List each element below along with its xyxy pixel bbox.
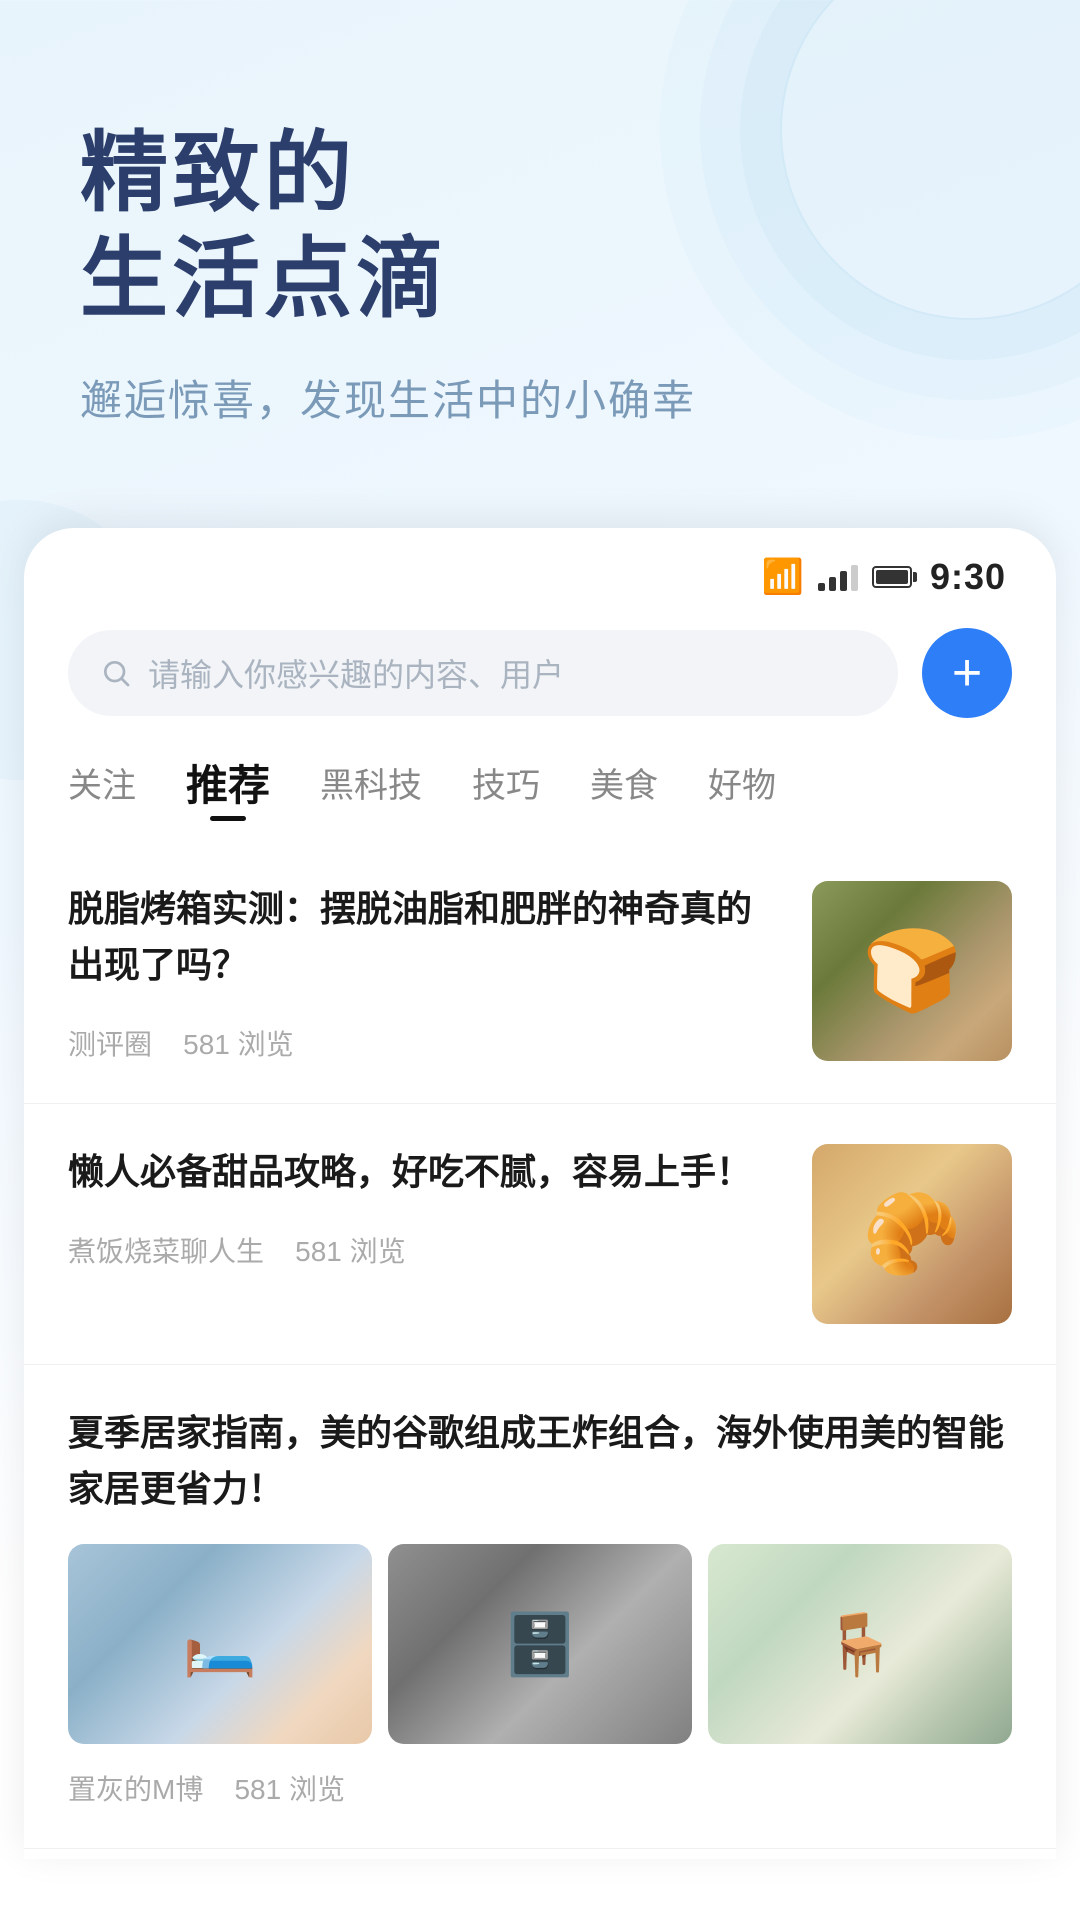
article-title: 脱脂烤箱实测：摆脱油脂和肥胖的神奇真的出现了吗？	[68, 881, 782, 993]
article-thumbnail	[812, 881, 1012, 1061]
article-meta: 置灰的M博 581 浏览	[68, 1768, 1012, 1808]
search-area: 请输入你感兴趣的内容、用户 +	[24, 608, 1056, 728]
signal-icon	[818, 563, 858, 591]
article-list: 脱脂烤箱实测：摆脱油脂和肥胖的神奇真的出现了吗？ 测评圈 581 浏览 懒人必备…	[24, 831, 1056, 1859]
phone-card: 📶 9:30 请输入你感兴趣的内容、用户	[24, 528, 1056, 1859]
pastry-image	[812, 1144, 1012, 1324]
search-bar[interactable]: 请输入你感兴趣的内容、用户	[68, 630, 898, 716]
status-time: 9:30	[930, 556, 1006, 598]
battery-icon	[872, 566, 912, 588]
article-author: 置灰的M博	[68, 1774, 203, 1805]
article-thumbnail	[812, 1144, 1012, 1324]
tab-follow[interactable]: 关注	[68, 758, 136, 815]
hero-title: 精致的 生活点滴	[80, 120, 1000, 331]
article-meta: 测评圈 581 浏览	[68, 1023, 782, 1063]
add-button[interactable]: +	[922, 628, 1012, 718]
article-title: 夏季居家指南，美的谷歌组成王炸组合，海外使用美的智能家居更省力！	[68, 1405, 1012, 1517]
tab-tech[interactable]: 黑科技	[320, 758, 422, 815]
status-icons: 📶	[762, 557, 912, 597]
article-views: 581 浏览	[183, 1029, 294, 1060]
tab-recommend[interactable]: 推荐	[186, 752, 270, 821]
article-item[interactable]: 脱脂烤箱实测：摆脱油脂和肥胖的神奇真的出现了吗？ 测评圈 581 浏览	[24, 841, 1056, 1104]
article-item[interactable]: 懒人必备甜品攻略，好吃不腻，容易上手！ 煮饭烧菜聊人生 581 浏览	[24, 1104, 1056, 1365]
tab-goods[interactable]: 好物	[708, 758, 776, 815]
article-views: 581 浏览	[234, 1774, 345, 1805]
hero-subtitle: 邂逅惊喜，发现生活中的小确幸	[80, 367, 1000, 428]
article-image-grid: 🛏️ 🗄️ 🪑	[68, 1544, 1012, 1744]
tab-tips[interactable]: 技巧	[472, 758, 540, 815]
status-bar: 📶 9:30	[24, 528, 1056, 608]
tab-bar: 关注 推荐 黑科技 技巧 美食 好物	[24, 728, 1056, 831]
article-content: 懒人必备甜品攻略，好吃不腻，容易上手！ 煮饭烧菜聊人生 581 浏览	[68, 1144, 782, 1270]
article-author: 煮饭烧菜聊人生	[68, 1236, 264, 1267]
search-placeholder-text: 请输入你感兴趣的内容、用户	[148, 650, 564, 696]
article-content: 脱脂烤箱实测：摆脱油脂和肥胖的神奇真的出现了吗？ 测评圈 581 浏览	[68, 881, 782, 1063]
article-meta: 煮饭烧菜聊人生 581 浏览	[68, 1230, 782, 1270]
wifi-icon: 📶	[762, 557, 804, 597]
bread-image	[812, 881, 1012, 1061]
article-item[interactable]: 夏季居家指南，美的谷歌组成王炸组合，海外使用美的智能家居更省力！ 🛏️ 🗄️ 🪑…	[24, 1365, 1056, 1850]
article-views: 581 浏览	[295, 1236, 406, 1267]
hero-section: 精致的 生活点滴 邂逅惊喜，发现生活中的小确幸	[0, 0, 1080, 488]
article-author: 测评圈	[68, 1029, 152, 1060]
grid-image-bedroom: 🛏️	[68, 1544, 372, 1744]
grid-image-drawer: 🗄️	[388, 1544, 692, 1744]
search-icon	[100, 657, 132, 689]
article-title: 懒人必备甜品攻略，好吃不腻，容易上手！	[68, 1144, 782, 1200]
grid-image-chair: 🪑	[708, 1544, 1012, 1744]
tab-food[interactable]: 美食	[590, 758, 658, 815]
